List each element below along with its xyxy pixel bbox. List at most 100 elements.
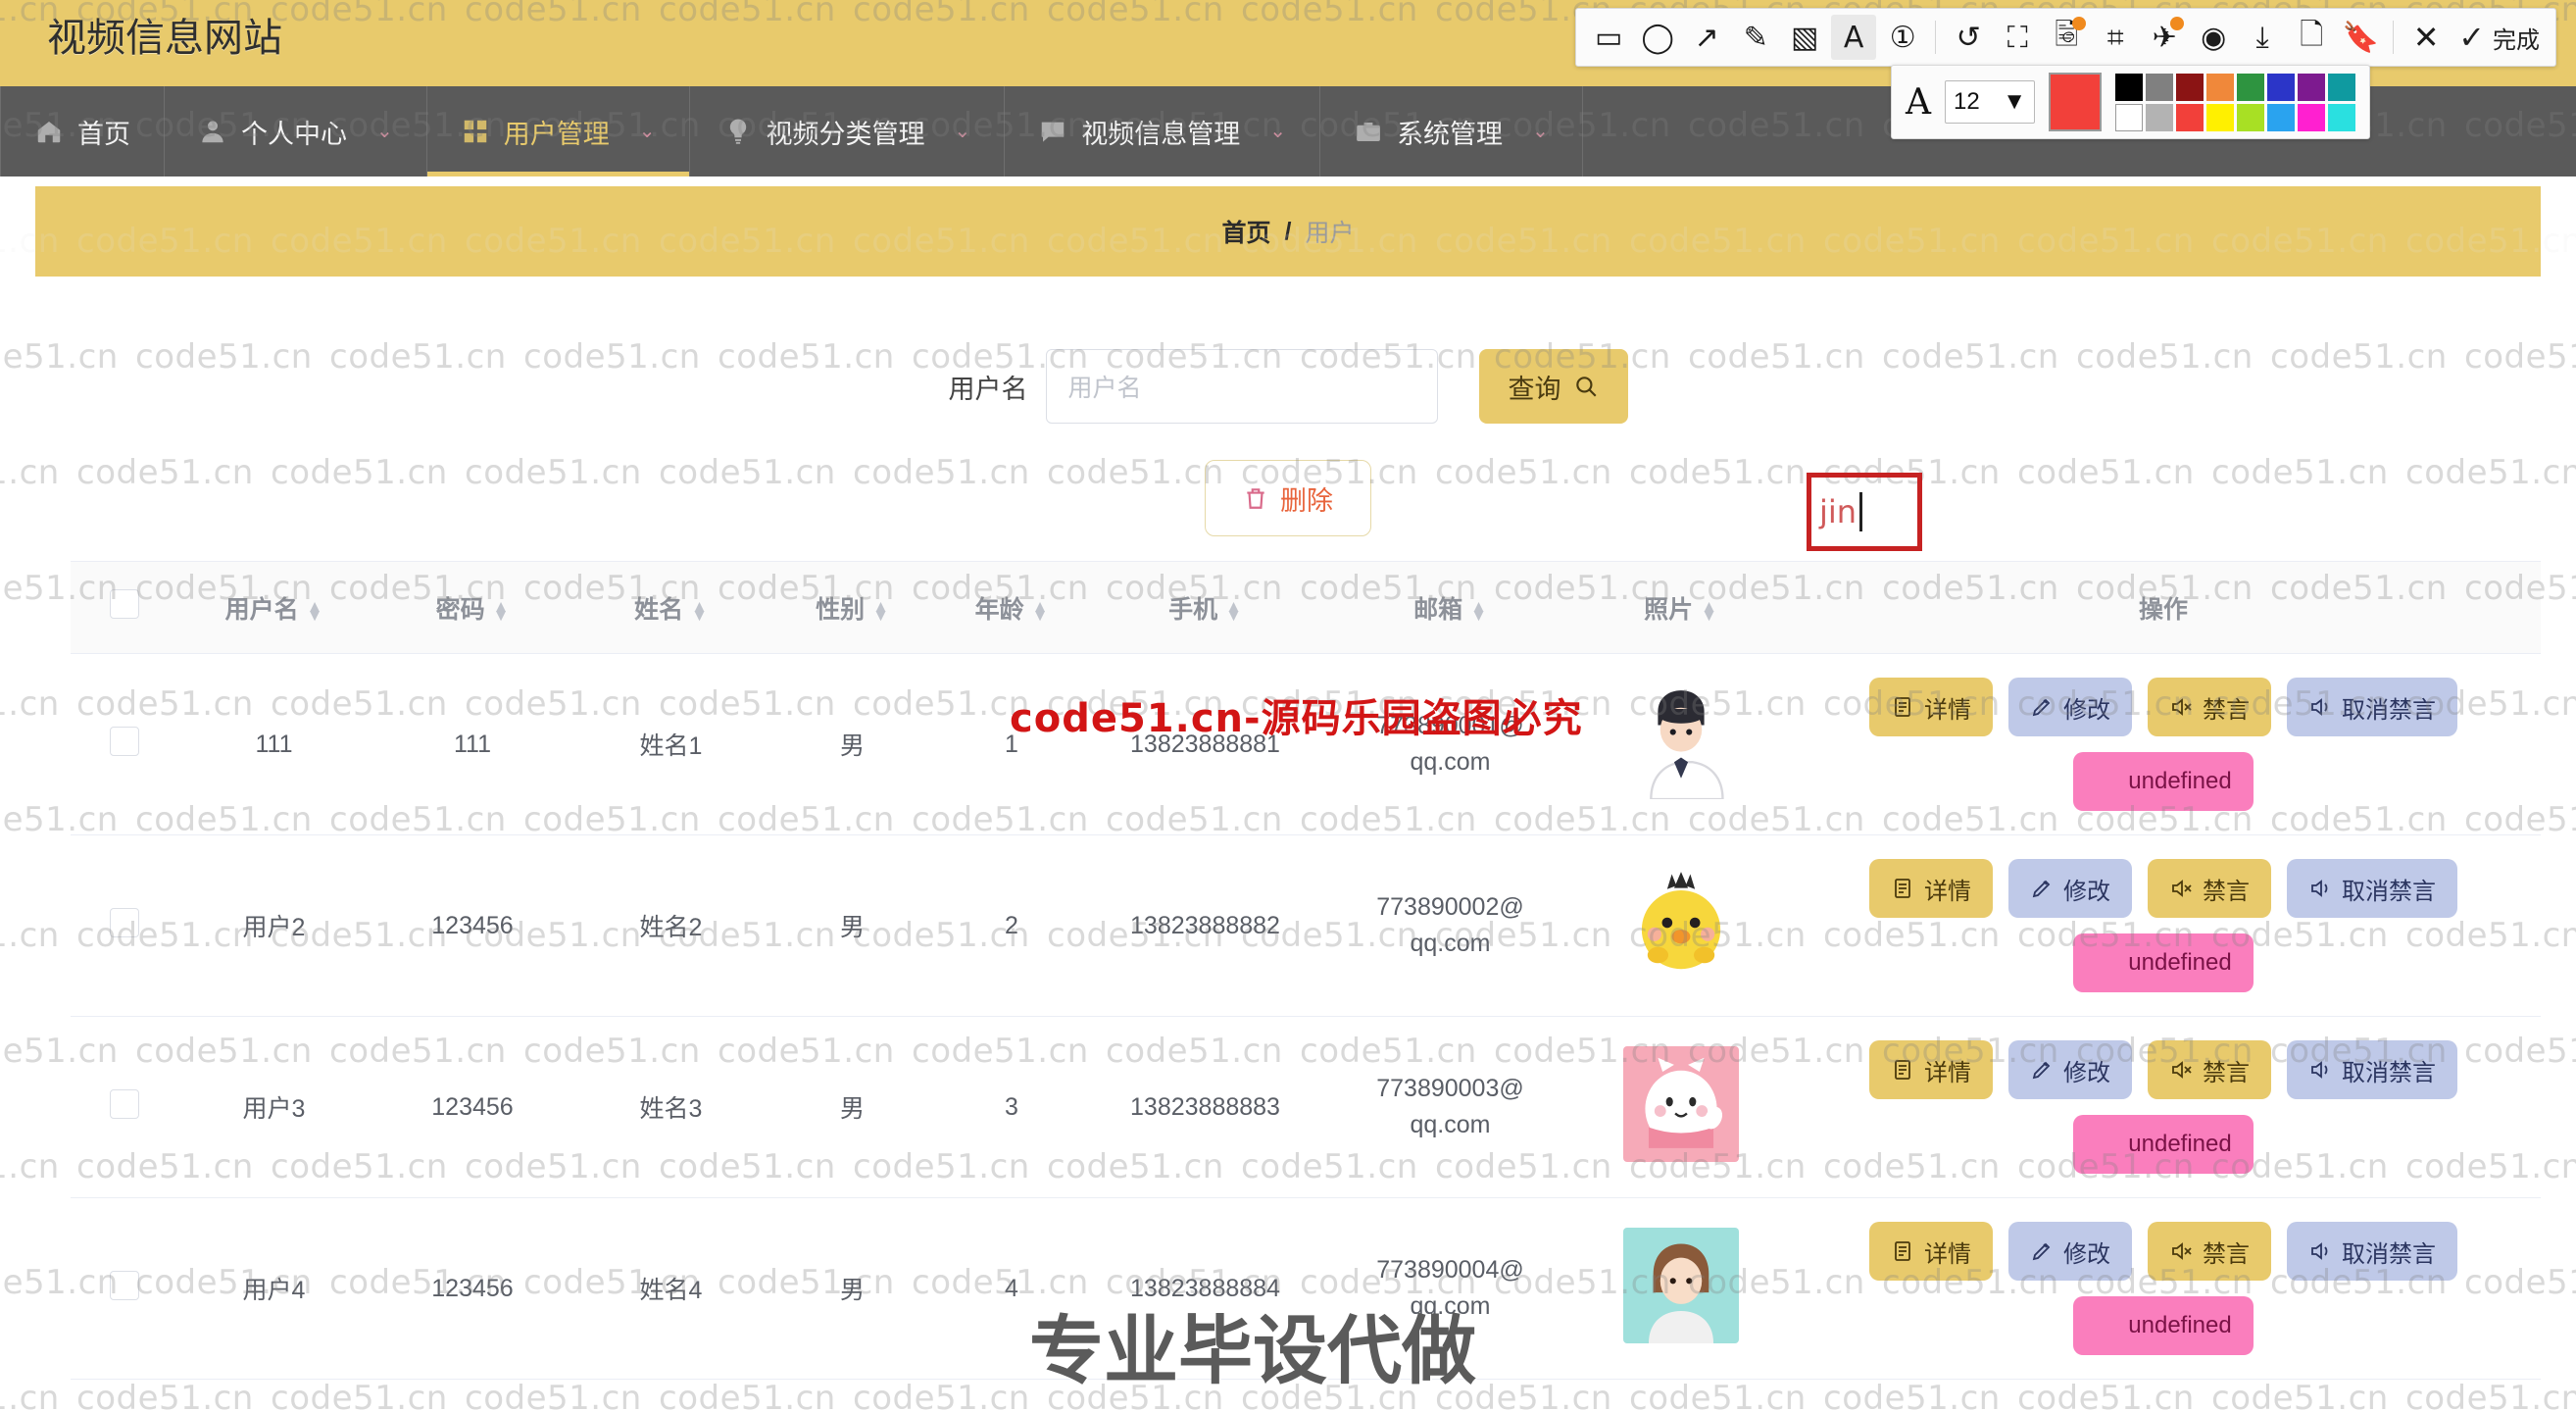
chevron-down-icon[interactable]: ⌄ bbox=[639, 122, 656, 141]
table-header-email[interactable]: 邮箱 ▲ ▼ bbox=[1325, 561, 1575, 654]
sort-arrows-icon[interactable]: ▲ ▼ bbox=[1225, 597, 1242, 624]
nav-item-1[interactable]: 首页 bbox=[0, 86, 165, 176]
nav-item-6[interactable]: 系统管理 ⌄ bbox=[1320, 86, 1583, 176]
chevron-down-icon[interactable]: ⌄ bbox=[1532, 122, 1549, 141]
current-color-swatch[interactable] bbox=[2049, 73, 2102, 131]
breadcrumb-root[interactable]: 首页 bbox=[1222, 214, 1271, 249]
edit-button[interactable]: 修改 bbox=[2008, 678, 2132, 736]
font-size-select[interactable]: 12 ▼ bbox=[1945, 80, 2035, 124]
table-header-password[interactable]: 密码 ▲ ▼ bbox=[370, 561, 575, 654]
mute-button[interactable]: 禁言 bbox=[2148, 678, 2271, 736]
chevron-down-icon[interactable]: ⌄ bbox=[955, 122, 971, 141]
sort-arrows-icon[interactable]: ▲ ▼ bbox=[1032, 597, 1049, 624]
text-icon[interactable]: A bbox=[1831, 15, 1877, 60]
del-button[interactable]: undefined bbox=[2073, 933, 2254, 992]
copy-icon[interactable]: 🗋 bbox=[2289, 15, 2334, 60]
nav-item-5[interactable]: 视频信息管理 ⌄ bbox=[1005, 86, 1321, 176]
sort-arrows-icon[interactable]: ▲ ▼ bbox=[872, 597, 889, 624]
detail-button[interactable]: 详情 bbox=[1869, 859, 1993, 918]
del-button[interactable]: undefined bbox=[2073, 1296, 2254, 1355]
del-button[interactable]: undefined bbox=[2073, 1115, 2254, 1174]
color-swatch[interactable] bbox=[2206, 73, 2234, 101]
color-swatch[interactable] bbox=[2146, 73, 2173, 101]
annotation-textbox[interactable]: jin bbox=[1807, 473, 1922, 551]
unmute-button[interactable]: 取消禁言 bbox=[2287, 678, 2457, 736]
chevron-down-icon[interactable]: ⌄ bbox=[1269, 122, 1286, 141]
table-header-label: 照片 bbox=[1644, 595, 1694, 624]
color-swatch[interactable] bbox=[2298, 73, 2325, 101]
edit-button[interactable]: 修改 bbox=[2008, 1222, 2132, 1281]
row-checkbox[interactable] bbox=[110, 726, 139, 756]
ellipse-icon[interactable]: ◯ bbox=[1635, 15, 1680, 60]
batch-delete-button[interactable]: 删除 bbox=[1205, 460, 1371, 536]
confirm-button[interactable]: ✓ 完成 bbox=[2452, 19, 2546, 56]
sort-arrows-icon[interactable]: ▲ ▼ bbox=[691, 597, 708, 624]
nav-item-2[interactable]: 个人中心 ⌄ bbox=[165, 86, 427, 176]
sort-arrows-icon[interactable]: ▲ ▼ bbox=[1701, 597, 1717, 624]
search-button[interactable]: 查询 bbox=[1478, 349, 1628, 424]
color-swatch[interactable] bbox=[2267, 103, 2295, 131]
color-swatch[interactable] bbox=[2176, 103, 2204, 131]
color-swatch[interactable] bbox=[2267, 73, 2295, 101]
ocr-icon[interactable]: 🗟 bbox=[2044, 15, 2089, 60]
del-button[interactable]: undefined bbox=[2073, 752, 2254, 811]
detail-button[interactable]: 详情 bbox=[1869, 1222, 1993, 1281]
color-palette bbox=[2115, 73, 2355, 131]
table-header-gender[interactable]: 性别 ▲ ▼ bbox=[767, 561, 938, 654]
nav-item-3[interactable]: 用户管理 ⌄ bbox=[427, 86, 690, 176]
pencil-icon[interactable]: ✎ bbox=[1733, 15, 1778, 60]
sort-arrows-icon[interactable]: ▲ ▼ bbox=[1470, 597, 1487, 624]
color-swatch[interactable] bbox=[2146, 103, 2173, 131]
row-checkbox[interactable] bbox=[110, 1088, 139, 1119]
unmute-button[interactable]: 取消禁言 bbox=[2287, 1040, 2457, 1099]
unmute-button[interactable]: 取消禁言 bbox=[2287, 859, 2457, 918]
edit-button[interactable]: 修改 bbox=[2008, 1040, 2132, 1099]
color-swatch[interactable] bbox=[2298, 103, 2325, 131]
save-icon[interactable]: 🔖 bbox=[2338, 15, 2383, 60]
table-header-age[interactable]: 年龄 ▲ ▼ bbox=[938, 561, 1085, 654]
mute-button[interactable]: 禁言 bbox=[2148, 1222, 2271, 1281]
rectangle-icon[interactable]: ▭ bbox=[1586, 15, 1631, 60]
pin-icon[interactable]: ✈ bbox=[2142, 15, 2187, 60]
nav-item-4[interactable]: 视频分类管理 ⌄ bbox=[690, 86, 1006, 176]
avatar[interactable] bbox=[1622, 864, 1739, 981]
sort-arrows-icon[interactable]: ▲ ▼ bbox=[307, 597, 323, 624]
search-input[interactable]: 用户名 bbox=[1045, 349, 1438, 424]
table-header-photo[interactable]: 照片 ▲ ▼ bbox=[1575, 561, 1786, 654]
select-all-checkbox[interactable] bbox=[110, 589, 139, 619]
download-icon[interactable]: ⤓ bbox=[2240, 15, 2285, 60]
translate-icon[interactable]: ⌗ bbox=[2093, 15, 2138, 60]
mute-button[interactable]: 禁言 bbox=[2148, 859, 2271, 918]
color-swatch[interactable] bbox=[2115, 103, 2143, 131]
color-swatch[interactable] bbox=[2115, 73, 2143, 101]
avatar[interactable] bbox=[1622, 1045, 1739, 1162]
color-swatch[interactable] bbox=[2237, 73, 2264, 101]
mute-button[interactable]: 禁言 bbox=[2148, 1040, 2271, 1099]
table-header-name[interactable]: 姓名 ▲ ▼ bbox=[575, 561, 767, 654]
chevron-down-icon[interactable]: ⌄ bbox=[376, 122, 393, 141]
close-icon[interactable]: ✕ bbox=[2403, 15, 2449, 60]
color-swatch[interactable] bbox=[2206, 103, 2234, 131]
detail-button[interactable]: 详情 bbox=[1869, 1040, 1993, 1099]
arrow-icon[interactable]: ↗ bbox=[1684, 15, 1729, 60]
undefined bbox=[2095, 1314, 2118, 1337]
edit-button[interactable]: 修改 bbox=[2008, 859, 2132, 918]
avatar[interactable] bbox=[1622, 1227, 1739, 1343]
number-icon[interactable]: ① bbox=[1880, 15, 1925, 60]
unmute-button[interactable]: 取消禁言 bbox=[2287, 1222, 2457, 1281]
row-checkbox[interactable] bbox=[110, 1270, 139, 1300]
color-swatch[interactable] bbox=[2328, 73, 2355, 101]
color-swatch[interactable] bbox=[2176, 73, 2204, 101]
row-checkbox[interactable] bbox=[110, 907, 139, 937]
detail-button[interactable]: 详情 bbox=[1869, 678, 1993, 736]
sort-arrows-icon[interactable]: ▲ ▼ bbox=[493, 597, 510, 624]
mosaic-icon[interactable]: ▧ bbox=[1782, 15, 1827, 60]
color-swatch[interactable] bbox=[2237, 103, 2264, 131]
table-header-phone[interactable]: 手机 ▲ ▼ bbox=[1085, 561, 1325, 654]
avatar[interactable] bbox=[1622, 682, 1739, 799]
table-header-username[interactable]: 用户名 ▲ ▼ bbox=[178, 561, 370, 654]
crop-icon[interactable]: ⛶ bbox=[1995, 15, 2040, 60]
undo-icon[interactable]: ↺ bbox=[1946, 15, 1991, 60]
record-icon[interactable]: ◉ bbox=[2191, 15, 2236, 60]
color-swatch[interactable] bbox=[2328, 103, 2355, 131]
